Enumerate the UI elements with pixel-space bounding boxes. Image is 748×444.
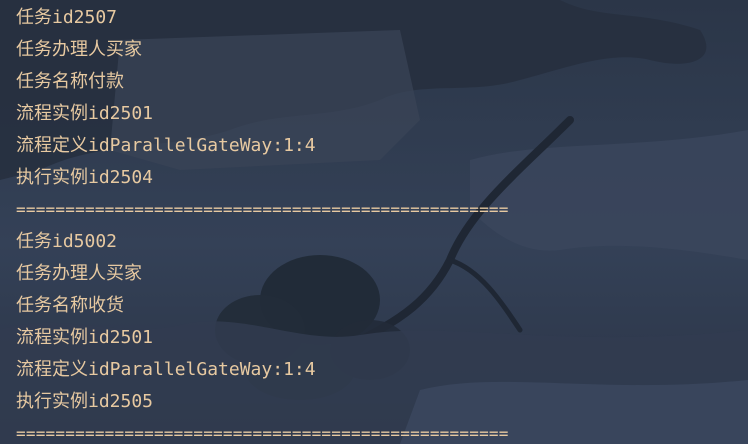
console-output: 任务id2507 任务办理人买家 任务名称付款 流程实例id2501 流程定义i…: [16, 4, 509, 444]
console-line-process-definition-id: 流程定义idParallelGateWay:1:4: [16, 359, 316, 380]
console-line-assignee: 任务办理人买家: [16, 39, 142, 60]
console-line-execution-id: 执行实例id2504: [16, 167, 154, 188]
console-line-execution-id: 执行实例id2505: [16, 391, 154, 412]
console-line-task-id: 任务id5002: [16, 231, 118, 252]
console-line-task-id: 任务id2507: [16, 7, 118, 28]
console-line-process-instance-id: 流程实例id2501: [16, 327, 154, 348]
console-separator: ========================================…: [16, 200, 509, 219]
console-separator: ========================================…: [16, 424, 509, 443]
console-line-task-name: 任务名称付款: [16, 71, 124, 92]
console-line-process-instance-id: 流程实例id2501: [16, 103, 154, 124]
console-line-assignee: 任务办理人买家: [16, 263, 142, 284]
console-line-process-definition-id: 流程定义idParallelGateWay:1:4: [16, 135, 316, 156]
console-line-task-name: 任务名称收货: [16, 295, 124, 316]
